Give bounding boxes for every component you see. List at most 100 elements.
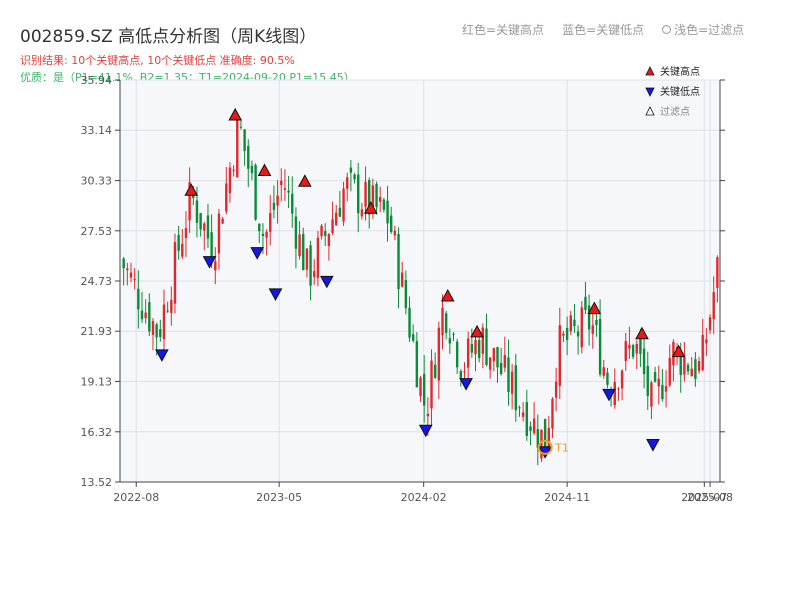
candle-body (254, 164, 257, 220)
candle-body (664, 386, 668, 392)
candle-body (382, 199, 386, 210)
candle-body (250, 165, 254, 174)
candle-body (357, 174, 360, 214)
candle-body (243, 129, 246, 151)
x-tick-label: 2023-05 (256, 491, 302, 504)
candle-body (686, 365, 690, 372)
candle-body (426, 413, 430, 417)
candle-body (320, 225, 323, 237)
candle-body (558, 325, 561, 386)
candle-body (302, 233, 305, 271)
candle-body (705, 339, 708, 344)
candle-body (507, 357, 510, 392)
candle-body (269, 213, 272, 232)
candle-body (393, 230, 397, 236)
candle-body (653, 372, 657, 382)
candle-body (510, 371, 514, 394)
candle-body (598, 318, 602, 375)
candle-body (617, 388, 620, 390)
candle-body (228, 167, 232, 194)
candle-body (364, 181, 367, 207)
candle-body (324, 231, 327, 236)
candle-body (470, 343, 474, 353)
legend-high-icon (645, 66, 655, 76)
candle-body (177, 234, 180, 251)
candle-body (294, 216, 298, 249)
candle-body (166, 310, 169, 312)
candle-body (646, 365, 649, 396)
candle-body (225, 183, 228, 212)
candle-body (488, 357, 492, 370)
candle-body (283, 188, 287, 190)
x-tick-label: 2024-02 (401, 491, 447, 504)
candle-body (162, 304, 166, 340)
candle-body (375, 183, 378, 207)
candle-body (624, 340, 627, 361)
candle-body (397, 234, 400, 290)
candle-body (390, 215, 393, 233)
candle-body (404, 280, 408, 309)
candle-body (422, 373, 426, 406)
candle-body (496, 347, 499, 368)
candle-body (411, 334, 415, 341)
candle-body (313, 271, 316, 278)
candle-body (214, 261, 217, 271)
candle-body (349, 167, 353, 173)
candle-body (327, 234, 331, 247)
candle-body (441, 307, 444, 336)
candle-body (580, 307, 583, 348)
candle-body (554, 381, 558, 398)
candle-body (280, 180, 283, 186)
candle-body (452, 333, 455, 335)
candle-body (247, 145, 250, 169)
y-tick-label: 33.14 (81, 124, 113, 137)
legend-high-label: 关键高点 (660, 65, 700, 78)
candle-body (459, 371, 463, 379)
candle-body (203, 223, 206, 231)
candle-body (477, 340, 481, 358)
candle-body (309, 245, 312, 286)
candle-body (602, 367, 605, 376)
y-tick-label: 13.52 (81, 476, 113, 489)
candle-body (525, 402, 529, 436)
candle-body (408, 307, 411, 338)
candle-body (661, 384, 664, 400)
candle-body (173, 242, 177, 304)
candle-body (298, 234, 301, 257)
candle-body (346, 177, 349, 189)
candle-body (316, 237, 320, 279)
candle-body (261, 233, 265, 236)
y-tick-label: 27.53 (81, 225, 113, 238)
candle-body (206, 215, 210, 239)
candle-body (144, 312, 147, 319)
y-tick-label: 30.33 (81, 175, 113, 188)
y-tick-label: 35.94 (81, 74, 113, 87)
candle-body (386, 200, 389, 224)
candle-body (448, 338, 452, 344)
candle-body (239, 126, 243, 128)
candle-body (521, 412, 525, 417)
candle-body (272, 202, 276, 210)
candle-body (657, 378, 660, 387)
candle-body (529, 426, 532, 431)
y-tick-label: 24.73 (81, 275, 113, 288)
candle-body (342, 188, 345, 222)
candle-body (631, 345, 635, 357)
candle-body (642, 348, 646, 375)
candle-body (485, 328, 488, 366)
candle-body (466, 338, 470, 368)
candle-body (613, 381, 616, 406)
candle-body (199, 213, 202, 230)
candle-body (518, 407, 521, 409)
candle-body (620, 370, 624, 389)
candle-body (151, 321, 155, 336)
x-tick-label: 2025-08 (687, 491, 733, 504)
candle-body (455, 341, 459, 368)
candle-body (331, 219, 334, 233)
candle-body (126, 268, 129, 271)
candle-body (236, 117, 239, 178)
candle-body (437, 327, 441, 381)
candle-body (463, 371, 466, 373)
candle-body (444, 313, 448, 333)
candle-body (419, 377, 422, 396)
